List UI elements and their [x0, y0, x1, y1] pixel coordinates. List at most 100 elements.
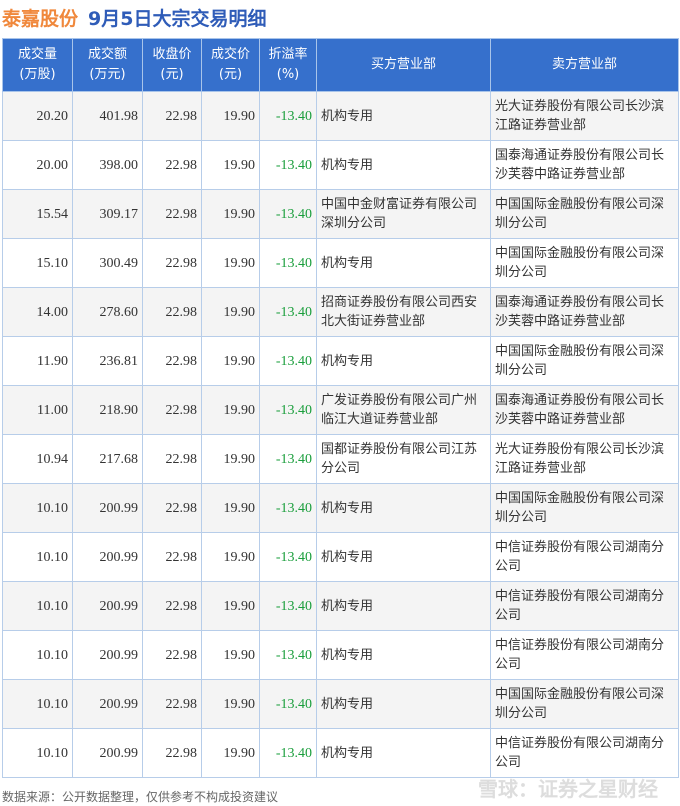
column-header: 成交价 (元)	[201, 38, 260, 92]
title-desc: 9月5日大宗交易明细	[88, 8, 267, 30]
table-cell: 机构专用	[316, 630, 491, 680]
table-cell: 22.98	[142, 728, 202, 778]
table-cell: 中国国际金融股份有限公司深圳分公司	[490, 238, 679, 288]
table-cell: 11.90	[2, 336, 73, 386]
table-cell: 广发证券股份有限公司广州临江大道证券营业部	[316, 385, 491, 435]
table-cell: 398.00	[72, 140, 143, 190]
table-cell: -13.40	[259, 728, 317, 778]
table-cell: 19.90	[201, 189, 260, 239]
column-header: 卖方营业部	[490, 38, 679, 92]
table-cell: 19.90	[201, 287, 260, 337]
column-header: 成交额 (万元)	[72, 38, 143, 92]
table-cell: -13.40	[259, 238, 317, 288]
table-row: 10.10 200.99 22.98 19.90 -13.40 机构专用 中国国际金融股份有…	[2, 483, 679, 533]
table-header: 成交量 (万股) 成交额 (万元) 收盘价 (元) 成交价 (元) 折溢率 (%) 买方营…	[2, 38, 679, 92]
table-cell: 中国国际金融股份有限公司深圳分公司	[490, 483, 679, 533]
table-row: 10.10 200.99 22.98 19.90 -13.40 机构专用 中信证券股份有限公…	[2, 728, 679, 778]
table-cell: 中信证券股份有限公司湖南分公司	[490, 728, 679, 778]
table-cell: 15.54	[2, 189, 73, 239]
table-cell: 20.20	[2, 91, 73, 141]
table-cell: 机构专用	[316, 140, 491, 190]
table-cell: 中国国际金融股份有限公司深圳分公司	[490, 679, 679, 729]
table-row: 10.10 200.99 22.98 19.90 -13.40 机构专用 中国国际金融股份有…	[2, 679, 679, 729]
table-cell: -13.40	[259, 336, 317, 386]
table-cell: 19.90	[201, 385, 260, 435]
table-cell: 19.90	[201, 140, 260, 190]
table-cell: 22.98	[142, 385, 202, 435]
column-header: 收盘价 (元)	[142, 38, 202, 92]
table-cell: 11.00	[2, 385, 73, 435]
table-cell: 机构专用	[316, 91, 491, 141]
table-cell: 19.90	[201, 630, 260, 680]
table-cell: 22.98	[142, 679, 202, 729]
table-cell: 中信证券股份有限公司湖南分公司	[490, 630, 679, 680]
table-cell: 200.99	[72, 483, 143, 533]
table-cell: -13.40	[259, 581, 317, 631]
table-cell: 机构专用	[316, 679, 491, 729]
table-cell: 19.90	[201, 336, 260, 386]
table-cell: 15.10	[2, 238, 73, 288]
table-row: 15.10 300.49 22.98 19.90 -13.40 机构专用 中国国际金融股份有…	[2, 238, 679, 288]
table-row: 10.10 200.99 22.98 19.90 -13.40 机构专用 中信证券股份有限公…	[2, 532, 679, 582]
column-header: 买方营业部	[316, 38, 491, 92]
table-cell: 22.98	[142, 140, 202, 190]
table-cell: 19.90	[201, 238, 260, 288]
table-cell: 218.90	[72, 385, 143, 435]
table-cell: 机构专用	[316, 728, 491, 778]
table-cell: 22.98	[142, 483, 202, 533]
table-cell: 19.90	[201, 728, 260, 778]
table-cell: 22.98	[142, 630, 202, 680]
table-cell: 机构专用	[316, 581, 491, 631]
table-cell: 10.10	[2, 483, 73, 533]
table-row: 11.90 236.81 22.98 19.90 -13.40 机构专用 中国国际金融股份有…	[2, 336, 679, 386]
table-cell: 200.99	[72, 630, 143, 680]
table-cell: 中国国际金融股份有限公司深圳分公司	[490, 189, 679, 239]
table-cell: 中信证券股份有限公司湖南分公司	[490, 581, 679, 631]
table-cell: -13.40	[259, 679, 317, 729]
stock-name: 泰嘉股份	[2, 8, 79, 30]
table-cell: 19.90	[201, 434, 260, 484]
table-cell: -13.40	[259, 189, 317, 239]
table-cell: 22.98	[142, 532, 202, 582]
table-cell: 10.10	[2, 532, 73, 582]
table-cell: 22.98	[142, 91, 202, 141]
table-cell: 22.98	[142, 287, 202, 337]
table-cell: 14.00	[2, 287, 73, 337]
column-header: 折溢率 (%)	[259, 38, 317, 92]
table-cell: 19.90	[201, 483, 260, 533]
table-row: 10.94 217.68 22.98 19.90 -13.40 国都证券股份有限公司江苏分…	[2, 434, 679, 484]
table-cell: 22.98	[142, 336, 202, 386]
table-cell: 机构专用	[316, 336, 491, 386]
table-cell: -13.40	[259, 140, 317, 190]
table-cell: 300.49	[72, 238, 143, 288]
table-cell: 19.90	[201, 679, 260, 729]
table-cell: 国泰海通证券股份有限公司长沙芙蓉中路证券营业部	[490, 140, 679, 190]
page-title: 泰嘉股份 9月5日大宗交易明细	[2, 4, 266, 31]
table-row: 10.10 200.99 22.98 19.90 -13.40 机构专用 中信证券股份有限公…	[2, 581, 679, 631]
table-cell: 中信证券股份有限公司湖南分公司	[490, 532, 679, 582]
table-cell: -13.40	[259, 434, 317, 484]
table-cell: -13.40	[259, 483, 317, 533]
table-cell: 200.99	[72, 679, 143, 729]
table-cell: -13.40	[259, 91, 317, 141]
table-cell: 20.00	[2, 140, 73, 190]
watermark: 雪球：证券之星财经	[478, 777, 658, 801]
table-cell: 19.90	[201, 91, 260, 141]
table-cell: 10.94	[2, 434, 73, 484]
table-cell: 217.68	[72, 434, 143, 484]
table-cell: 309.17	[72, 189, 143, 239]
table-cell: 10.10	[2, 581, 73, 631]
table-cell: 22.98	[142, 434, 202, 484]
source-note: 数据来源：公开数据整理，仅供参考不构成投资建议	[2, 790, 279, 804]
table-cell: 机构专用	[316, 238, 491, 288]
table-row: 10.10 200.99 22.98 19.90 -13.40 机构专用 中信证券股份有限公…	[2, 630, 679, 680]
table-cell: 光大证券股份有限公司长沙滨江路证券营业部	[490, 91, 679, 141]
table-cell: 22.98	[142, 189, 202, 239]
table-row: 15.54 309.17 22.98 19.90 -13.40 中国中金财富证券有限公司深…	[2, 189, 679, 239]
table-row: 11.00 218.90 22.98 19.90 -13.40 广发证券股份有限公司广州临…	[2, 385, 679, 435]
block-trade-table: 成交量 (万股) 成交额 (万元) 收盘价 (元) 成交价 (元) 折溢率 (%) 买方营…	[2, 38, 679, 778]
table-cell: 236.81	[72, 336, 143, 386]
table-cell: 10.10	[2, 679, 73, 729]
table-cell: 10.10	[2, 630, 73, 680]
table-cell: 中国中金财富证券有限公司深圳分公司	[316, 189, 491, 239]
